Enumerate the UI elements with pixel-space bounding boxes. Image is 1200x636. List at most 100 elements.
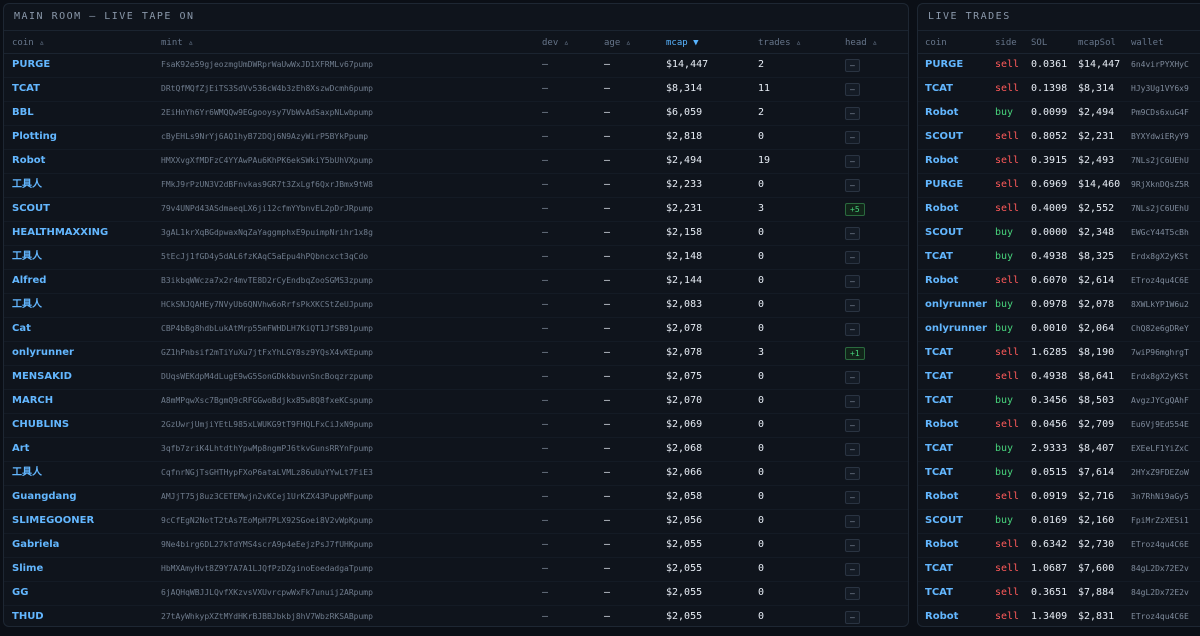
trade-wallet[interactable]: AvgzJYCgQAhF [1131,390,1189,412]
mint-address[interactable]: 3gAL1krXqBGdpwaxNqZaYaggmphxE9puimpNrihr… [161,222,373,244]
coin-link[interactable]: PURGE [12,54,50,76]
trade-coin-link[interactable]: Robot [925,486,958,508]
trade-row[interactable]: Robot sell 0.6342 $2,730 ETroz4qu4C6E [918,534,1200,558]
mint-address[interactable]: AMJjT75j8uz3CETEMwjn2vKCej1UrKZX43PuppMF… [161,486,373,508]
mint-address[interactable]: 27tAyWhkypXZtMYdHKrBJBBJbkbj8hV7WbzRKSAB… [161,606,373,626]
table-row[interactable]: MENSAKID DUqsWEKdpM4dLugE9wG5SonGDkkbuvnS… [4,366,908,390]
mint-address[interactable]: 9cCfEgN2NotT2tAs7EoMpH7PLX92SGoei8V2vWpK… [161,510,373,532]
trade-wallet[interactable]: Pm9CDs6xuG4F [1131,102,1189,124]
trade-wallet[interactable]: EWGcY44T5cBh [1131,222,1189,244]
trade-coin-link[interactable]: TCAT [925,462,953,484]
table-row[interactable]: 工具人 FMkJ9rPzUN3V2dBFnvkas9GR7t3ZxLgf6QxrJ… [4,174,908,198]
trade-row[interactable]: SCOUT sell 0.8052 $2,231 BYXYdwiERyY9 [918,126,1200,150]
trade-row[interactable]: TCAT sell 0.1398 $8,314 HJy3Ug1VY6x9 [918,78,1200,102]
trade-coin-link[interactable]: SCOUT [925,222,963,244]
table-row[interactable]: SLIMEGOONER 9cCfEgN2NotT2tAs7EoMpH7PLX92S… [4,510,908,534]
trade-wallet[interactable]: ChQ82e6gDReY [1131,318,1189,340]
trade-wallet[interactable]: Eu6Vj9Ed554E [1131,414,1189,436]
coin-link[interactable]: CHUBLINS [12,414,69,436]
coin-link[interactable]: MENSAKID [12,366,72,388]
trade-wallet[interactable]: 7wiP96mghrgT [1131,342,1189,364]
table-row[interactable]: Cat CBP4bBg8hdbLukAtMrp55mFWHDLH7KiQT1JfS… [4,318,908,342]
mint-address[interactable]: HCkSNJQAHEy7NVyUb6QNVhw6oRrfsPkXKCStZeUJ… [161,294,373,316]
trade-row[interactable]: Robot sell 0.6070 $2,614 ETroz4qu4C6E [918,270,1200,294]
trade-row[interactable]: TCAT buy 0.4938 $8,325 Erdx8gX2yKSt [918,246,1200,270]
table-row[interactable]: Robot HMXXvgXfMDFzC4YYAwPAu6KhPK6ekSWkiY5… [4,150,908,174]
mint-address[interactable]: DUqsWEKdpM4dLugE9wG5SonGDkkbuvnSncBoqzrz… [161,366,373,388]
table-row[interactable]: 工具人 5tEcJj1fGD4y5dAL6fzKAqC5aEpu4hPQbncxc… [4,246,908,270]
table-row[interactable]: Alfred B3ikbqWWcza7x2r4mvTE8D2rCyEndbqZoo… [4,270,908,294]
table-row[interactable]: Art 3qfb7zriK4LhtdthYpwMp8ngmPJ6tkvGunsRR… [4,438,908,462]
trade-coin-link[interactable]: TCAT [925,342,953,364]
coin-link[interactable]: 工具人 [12,246,42,268]
trade-wallet[interactable]: ETroz4qu4C6E [1131,534,1189,556]
coin-link[interactable]: TCAT [12,78,40,100]
mint-address[interactable]: HbMXAmyHvt8Z9Y7A7A1LJQfPzDZginoEoedadgaT… [161,558,373,580]
coin-link[interactable]: HEALTHMAXXING [12,222,108,244]
trade-row[interactable]: Robot sell 0.0919 $2,716 3n7RhNi9aGy5 [918,486,1200,510]
col-trades-header[interactable]: trades ▵ [758,31,801,55]
coin-link[interactable]: Cat [12,318,31,340]
table-row[interactable]: PURGE FsaK92e59gjeozmgUmDWRprWaUwWxJD1XFR… [4,54,908,78]
trade-coin-link[interactable]: PURGE [925,174,963,196]
trade-row[interactable]: Robot sell 0.0456 $2,709 Eu6Vj9Ed554E [918,414,1200,438]
coin-link[interactable]: SCOUT [12,198,50,220]
trade-coin-link[interactable]: TCAT [925,390,953,412]
trade-row[interactable]: onlyrunner buy 0.0010 $2,064 ChQ82e6gDReY [918,318,1200,342]
coin-link[interactable]: Guangdang [12,486,77,508]
trade-row[interactable]: Robot sell 0.3915 $2,493 7NLs2jC6UEhU [918,150,1200,174]
trade-coin-link[interactable]: TCAT [925,558,953,580]
mint-address[interactable]: 3qfb7zriK4LhtdthYpwMp8ngmPJ6tkvGunsRRYnF… [161,438,373,460]
trade-row[interactable]: SCOUT buy 0.0169 $2,160 FpiMrZzXESi1 [918,510,1200,534]
trade-row[interactable]: Robot sell 1.3409 $2,831 ETroz4qu4C6E [918,606,1200,626]
table-row[interactable]: CHUBLINS 2GzUwrjUmjiYEtL985xLWUKG9tT9FHQL… [4,414,908,438]
trade-row[interactable]: TCAT buy 0.0515 $7,614 2HYxZ9FDEZoW [918,462,1200,486]
trade-coin-link[interactable]: Robot [925,198,958,220]
table-row[interactable]: HEALTHMAXXING 3gAL1krXqBGdpwaxNqZaYaggmph… [4,222,908,246]
trade-wallet[interactable]: 6n4virPYXHyC [1131,54,1189,76]
mint-address[interactable]: CqfnrNGjTsGHTHypFXoP6ataLVMLz86uUuYYwLt7… [161,462,373,484]
mint-address[interactable]: DRtQfMQfZjEiTS3SdVv536cW4b3zEh8XszwDcmh6… [161,78,373,100]
trade-row[interactable]: PURGE sell 0.6969 $14,460 9RjXknDQsZ5R [918,174,1200,198]
coin-link[interactable]: MARCH [12,390,53,412]
trade-wallet[interactable]: HJy3Ug1VY6x9 [1131,78,1189,100]
trade-wallet[interactable]: BYXYdwiERyY9 [1131,126,1189,148]
col-head-header[interactable]: head ▵ [845,31,878,55]
trade-wallet[interactable]: 7NLs2jC6UEhU [1131,150,1189,172]
coin-link[interactable]: onlyrunner [12,342,74,364]
mint-address[interactable]: FsaK92e59gjeozmgUmDWRprWaUwWxJD1XFRMLv67… [161,54,373,76]
coin-link[interactable]: Art [12,438,29,460]
trade-wallet[interactable]: 84gL2Dx72E2v [1131,582,1189,604]
table-row[interactable]: Gabriela 9Ne4birg6DL27kTdYMS4scrA9p4eEejz… [4,534,908,558]
trade-row[interactable]: TCAT sell 1.6285 $8,190 7wiP96mghrgT [918,342,1200,366]
trade-coin-link[interactable]: Robot [925,150,958,172]
table-row[interactable]: 工具人 CqfnrNGjTsGHTHypFXoP6ataLVMLz86uUuYYw… [4,462,908,486]
trade-coin-link[interactable]: Robot [925,270,958,292]
coin-link[interactable]: Slime [12,558,43,580]
trade-coin-link[interactable]: onlyrunner [925,318,987,340]
coin-link[interactable]: BBL [12,102,34,124]
trade-row[interactable]: TCAT sell 1.0687 $7,600 84gL2Dx72E2v [918,558,1200,582]
mint-address[interactable]: FMkJ9rPzUN3V2dBFnvkas9GR7t3ZxLgf6QxrJBmx… [161,174,373,196]
trade-wallet[interactable]: Erdx8gX2yKSt [1131,246,1189,268]
trade-wallet[interactable]: FpiMrZzXESi1 [1131,510,1189,532]
coin-link[interactable]: Gabriela [12,534,59,556]
trade-wallet[interactable]: ETroz4qu4C6E [1131,270,1189,292]
trade-coin-link[interactable]: Robot [925,102,958,124]
mint-address[interactable]: 79v4UNPd43ASdmaeqLX6ji12cfmYYbnvEL2pDrJR… [161,198,373,220]
table-row[interactable]: GG 6jAQHqWBJJLQvfXKzvsVXUvrcpwWxFk7unuij2… [4,582,908,606]
coin-link[interactable]: Plotting [12,126,57,148]
mint-address[interactable]: GZ1hPnbsif2mTiYuXu7jtFxYhLGY8sz9YQsX4vKE… [161,342,373,364]
mint-address[interactable]: CBP4bBg8hdbLukAtMrp55mFWHDLH7KiQT1JfSB91… [161,318,373,340]
coin-link[interactable]: SLIMEGOONER [12,510,94,532]
table-row[interactable]: MARCH A8mMPqwXsc7BgmQ9cRFGGwoBdjkx85w8Q8f… [4,390,908,414]
col-coin-header[interactable]: coin ▵ [12,31,45,55]
mint-address[interactable]: cByEHLs9NrYj6AQ1hyB72DQj6N9AzyWirP5BYkPp… [161,126,368,148]
table-row[interactable]: TCAT DRtQfMQfZjEiTS3SdVv536cW4b3zEh8XszwD… [4,78,908,102]
table-row[interactable]: Plotting cByEHLs9NrYj6AQ1hyB72DQj6N9AzyWi… [4,126,908,150]
mint-address[interactable]: HMXXvgXfMDFzC4YYAwPAu6KhPK6ekSWkiY5bUhVX… [161,150,373,172]
trade-coin-link[interactable]: Robot [925,534,958,556]
table-row[interactable]: BBL 2EiHnYh6Yr6WMQQw9EGgooysy7VbWvAdSaxpN… [4,102,908,126]
coin-link[interactable]: GG [12,582,28,604]
table-row[interactable]: 工具人 HCkSNJQAHEy7NVyUb6QNVhw6oRrfsPkXKCStZ… [4,294,908,318]
